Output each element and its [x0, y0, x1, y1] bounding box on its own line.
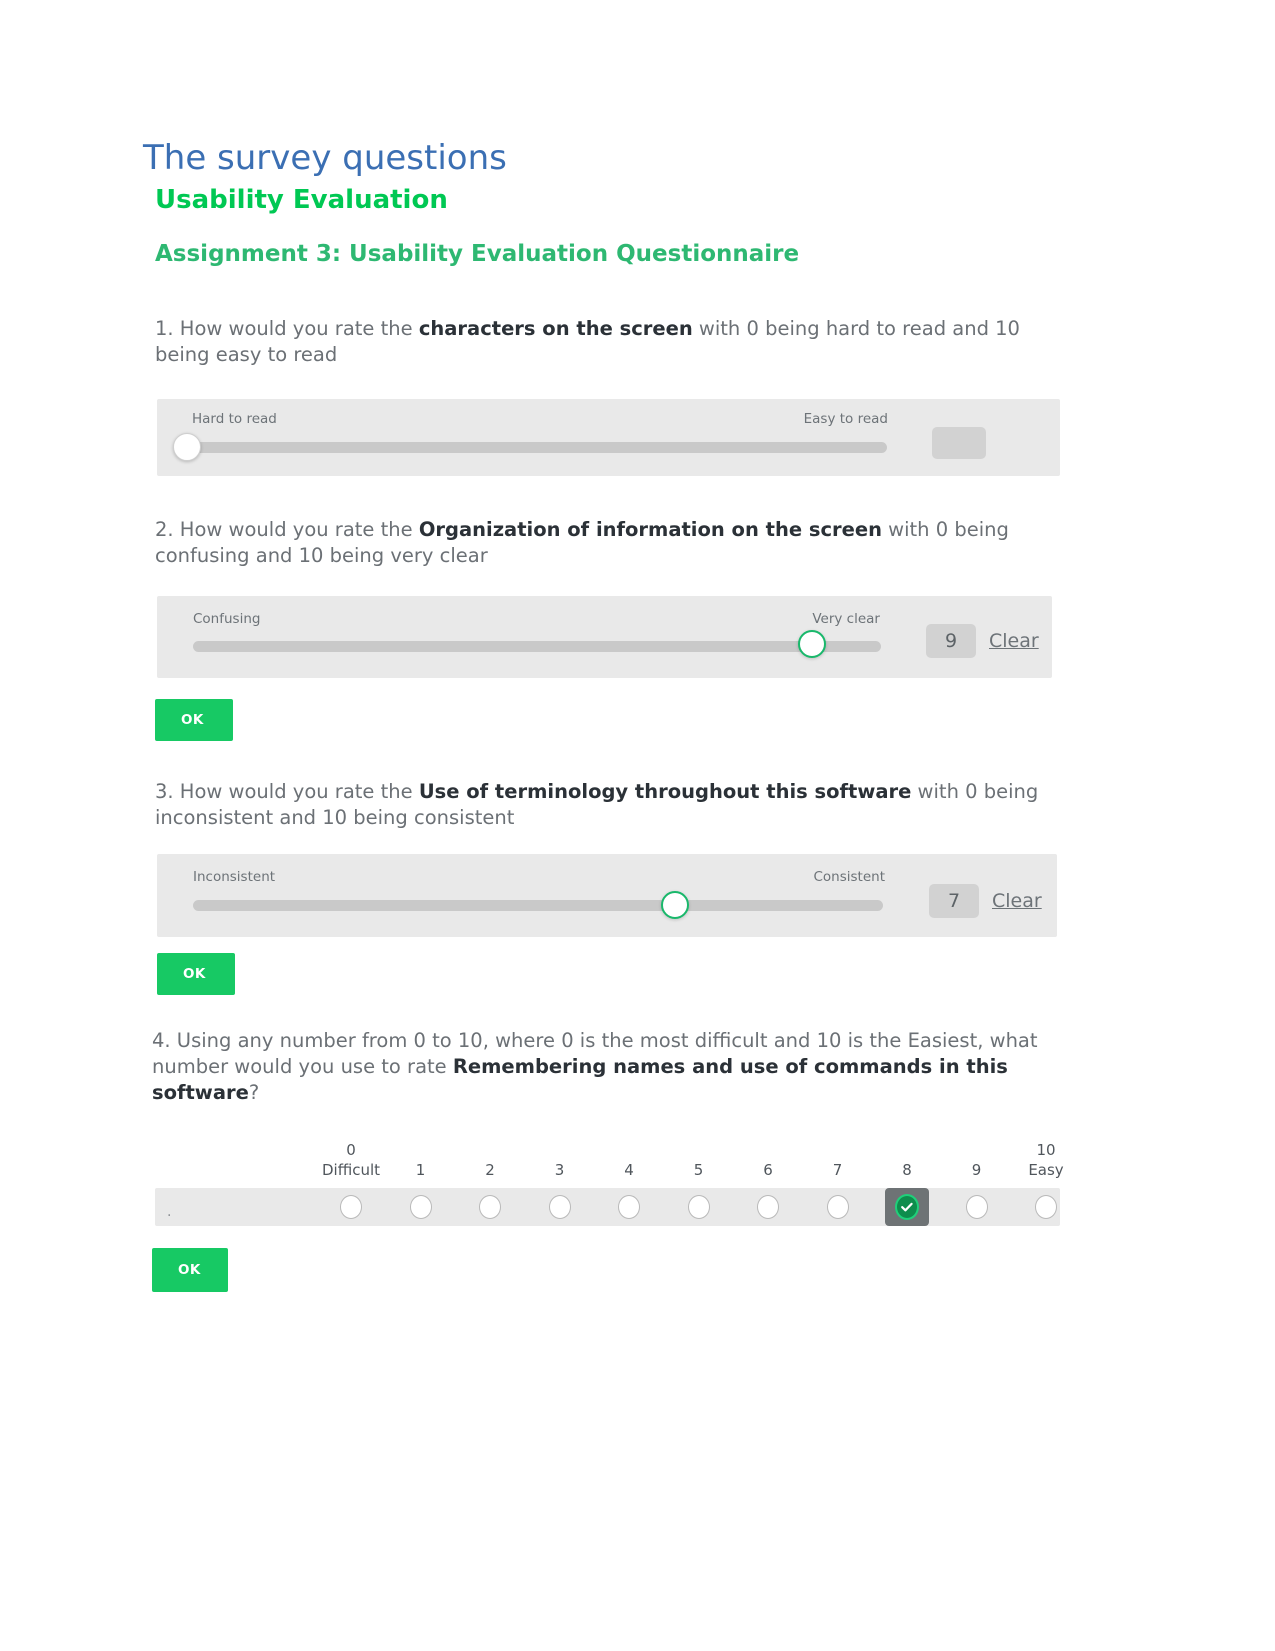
question-4-text-after: ?: [248, 1081, 260, 1104]
scale-radio-4[interactable]: [607, 1188, 651, 1226]
question-2-ok-button[interactable]: OK: [155, 699, 233, 741]
scale-radio-9[interactable]: [955, 1188, 999, 1226]
scale-label-bottom-10: Easy: [1028, 1161, 1064, 1179]
radio-circle-0[interactable]: [340, 1195, 362, 1219]
question-1-highlight: characters on the screen: [418, 317, 693, 340]
question-2-slider-panel: Confusing Very clear 9 Clear: [157, 596, 1052, 678]
question-2-value-box[interactable]: 9: [926, 624, 976, 658]
question-1-text-before: 1. How would you rate the: [155, 317, 419, 340]
question-2-slider-thumb[interactable]: [798, 630, 826, 658]
radio-circle-3[interactable]: [548, 1195, 571, 1219]
question-4-ok-button[interactable]: OK: [152, 1248, 228, 1292]
scale-label-10: 10 Easy: [1001, 1140, 1091, 1180]
scale-radio-5[interactable]: [677, 1188, 721, 1226]
question-3-text-before: 3. How would you rate the: [155, 780, 419, 803]
question-3-clear-link[interactable]: Clear: [992, 888, 1042, 914]
question-2-highlight: Organization of information on the scree…: [418, 518, 882, 541]
radio-circle-9[interactable]: [965, 1195, 988, 1219]
scale-radio-1[interactable]: [399, 1188, 443, 1226]
check-icon: [895, 1194, 919, 1220]
radio-circle-10[interactable]: [1035, 1195, 1057, 1219]
assignment-heading: Assignment 3: Usability Evaluation Quest…: [155, 241, 800, 267]
question-1-slider-panel: Hard to read Easy to read: [157, 399, 1060, 476]
question-3-right-label: Consistent: [813, 869, 885, 885]
question-3-slider-thumb[interactable]: [661, 891, 689, 919]
question-4-text: 4. Using any number from 0 to 10, where …: [152, 1028, 1052, 1106]
radio-circle-7[interactable]: [826, 1195, 849, 1219]
question-3-left-label: Inconsistent: [193, 869, 276, 885]
question-2-clear-link[interactable]: Clear: [989, 628, 1039, 654]
question-1-text: 1. How would you rate the characters on …: [155, 316, 1045, 368]
question-3-slider-track[interactable]: [193, 900, 883, 911]
scale-radio-2[interactable]: [468, 1188, 512, 1226]
question-1-left-label: Hard to read: [192, 411, 277, 427]
radio-circle-5[interactable]: [687, 1195, 710, 1219]
scale-radio-7[interactable]: [816, 1188, 860, 1226]
question-2-text: 2. How would you rate the Organization o…: [155, 517, 1045, 569]
scale-radio-3[interactable]: [538, 1188, 582, 1226]
page-subtitle: Usability Evaluation: [155, 185, 448, 215]
scale-leading-marker: .: [167, 1204, 172, 1220]
rating-scale-labels: 0 Difficult 1 2 3 4 5 6 7 8 9 10 Easy: [155, 1140, 1064, 1190]
question-3-highlight: Use of terminology throughout this softw…: [418, 780, 912, 803]
question-1-right-label: Easy to read: [803, 411, 888, 427]
question-1-value-box[interactable]: [932, 427, 986, 459]
question-2-slider-track[interactable]: [193, 641, 881, 652]
radio-circle-4[interactable]: [618, 1195, 640, 1219]
question-2-left-label: Confusing: [193, 611, 261, 627]
scale-radio-0[interactable]: [329, 1188, 373, 1226]
question-1-slider-track[interactable]: [193, 442, 887, 453]
question-3-slider-panel: Inconsistent Consistent 7 Clear: [157, 854, 1057, 937]
radio-circle-2[interactable]: [479, 1195, 501, 1219]
scale-radio-10[interactable]: [1024, 1188, 1068, 1226]
scale-radio-6[interactable]: [746, 1188, 790, 1226]
scale-label-top-10: 10: [1036, 1141, 1056, 1159]
radio-circle-1[interactable]: [409, 1195, 432, 1219]
question-3-ok-button[interactable]: OK: [157, 953, 235, 995]
question-3-value-box[interactable]: 7: [929, 884, 979, 918]
radio-circle-6[interactable]: [757, 1195, 779, 1219]
survey-page: The survey questions Usability Evaluatio…: [0, 0, 1275, 1651]
question-2-text-before: 2. How would you rate the: [155, 518, 419, 541]
page-header: The survey questions Usability Evaluatio…: [143, 136, 1143, 218]
question-3-text: 3. How would you rate the Use of termino…: [155, 779, 1045, 831]
rating-scale-row: .: [155, 1188, 1060, 1226]
question-2-right-label: Very clear: [812, 611, 880, 627]
scale-radio-8[interactable]: [885, 1188, 929, 1226]
question-1-slider-thumb[interactable]: [173, 433, 201, 461]
page-title: The survey questions: [143, 138, 507, 178]
